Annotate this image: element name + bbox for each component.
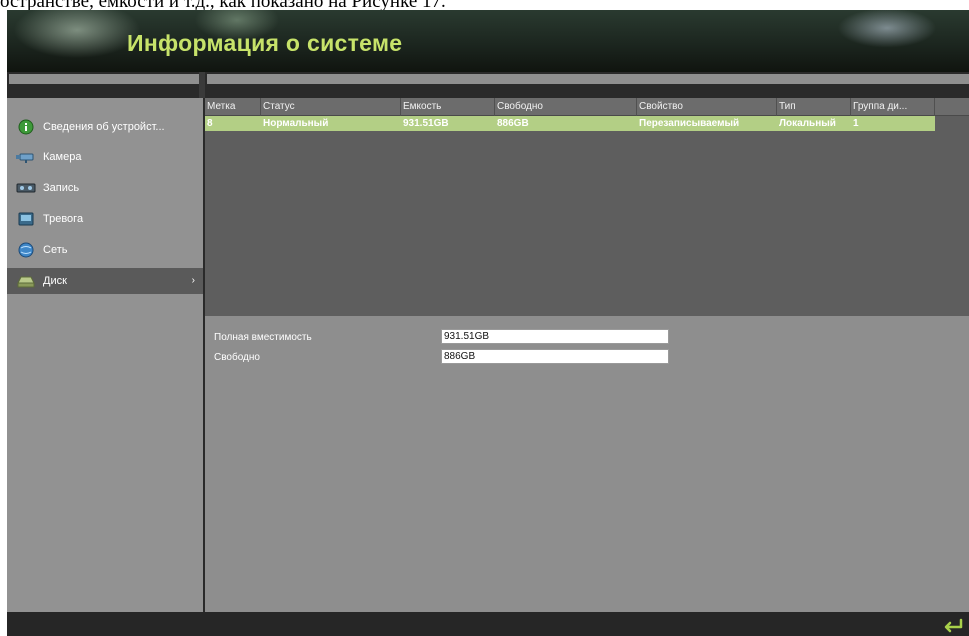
sidebar-item-device-info[interactable]: Сведения об устройст... (7, 114, 203, 140)
bottom-bar (7, 612, 969, 636)
total-capacity-field: 931.51GB (441, 329, 669, 344)
total-capacity-label: Полная вместимость (214, 332, 312, 343)
sidebar-item-network[interactable]: Сеть (7, 237, 203, 263)
cell-property: Перезаписываемый (639, 118, 740, 129)
record-icon (16, 183, 36, 193)
free-space-label: Свободно (214, 352, 260, 363)
sidebar-item-label: Запись (43, 182, 80, 194)
column-header-label[interactable]: Метка (205, 98, 261, 116)
cell-group: 1 (853, 118, 859, 129)
alarm-icon (18, 212, 34, 226)
free-space-field: 886GB (441, 349, 669, 364)
table-row[interactable]: 8 Нормальный 931.51GB 886GB Перезаписыва… (205, 116, 935, 131)
column-header-status[interactable]: Статус (261, 98, 401, 116)
sidebar-top-strip (7, 72, 199, 98)
sidebar-item-label: Сеть (43, 244, 68, 256)
column-header-free[interactable]: Свободно (495, 98, 637, 116)
network-icon (18, 242, 34, 258)
cell-capacity: 931.51GB (403, 118, 449, 129)
column-header-property[interactable]: Свойство (637, 98, 777, 116)
sidebar: Сведения об устройст... Камера Запись Тр… (7, 98, 203, 612)
sidebar-item-label: Камера (43, 151, 82, 163)
disk-icon (17, 276, 35, 288)
main-content: Метка Статус Емкость Свободно Свойство Т… (205, 98, 969, 612)
column-header-group[interactable]: Группа ди... (851, 98, 935, 116)
cell-free: 886GB (497, 118, 529, 129)
cell-label: 8 (207, 118, 213, 129)
sidebar-item-alarm[interactable]: Тревога (7, 206, 203, 232)
header: Информация о системе (7, 10, 969, 72)
sidebar-item-label: Тревога (43, 213, 84, 225)
camera-icon (16, 153, 34, 163)
cell-status: Нормальный (263, 118, 329, 129)
back-arrow-icon[interactable] (941, 615, 965, 633)
column-header-type[interactable]: Тип (777, 98, 851, 116)
sidebar-item-label: Диск (43, 275, 67, 287)
cell-type: Локальный (779, 118, 836, 129)
sidebar-item-record[interactable]: Запись (7, 175, 203, 201)
sidebar-item-disk[interactable]: Диск › (7, 268, 203, 294)
content-top-strip (205, 72, 969, 98)
info-icon (18, 119, 34, 135)
table-header: Метка Статус Емкость Свободно Свойство Т… (205, 98, 969, 116)
system-info-window: Информация о системе Сведения об устройс… (7, 10, 969, 636)
disk-table: Метка Статус Емкость Свободно Свойство Т… (205, 98, 969, 316)
page-title: Информация о системе (127, 30, 403, 56)
column-header-capacity[interactable]: Емкость (401, 98, 495, 116)
chevron-right-icon: › (191, 275, 195, 286)
sidebar-item-camera[interactable]: Камера (7, 144, 203, 170)
sidebar-item-label: Сведения об устройст... (43, 121, 165, 133)
